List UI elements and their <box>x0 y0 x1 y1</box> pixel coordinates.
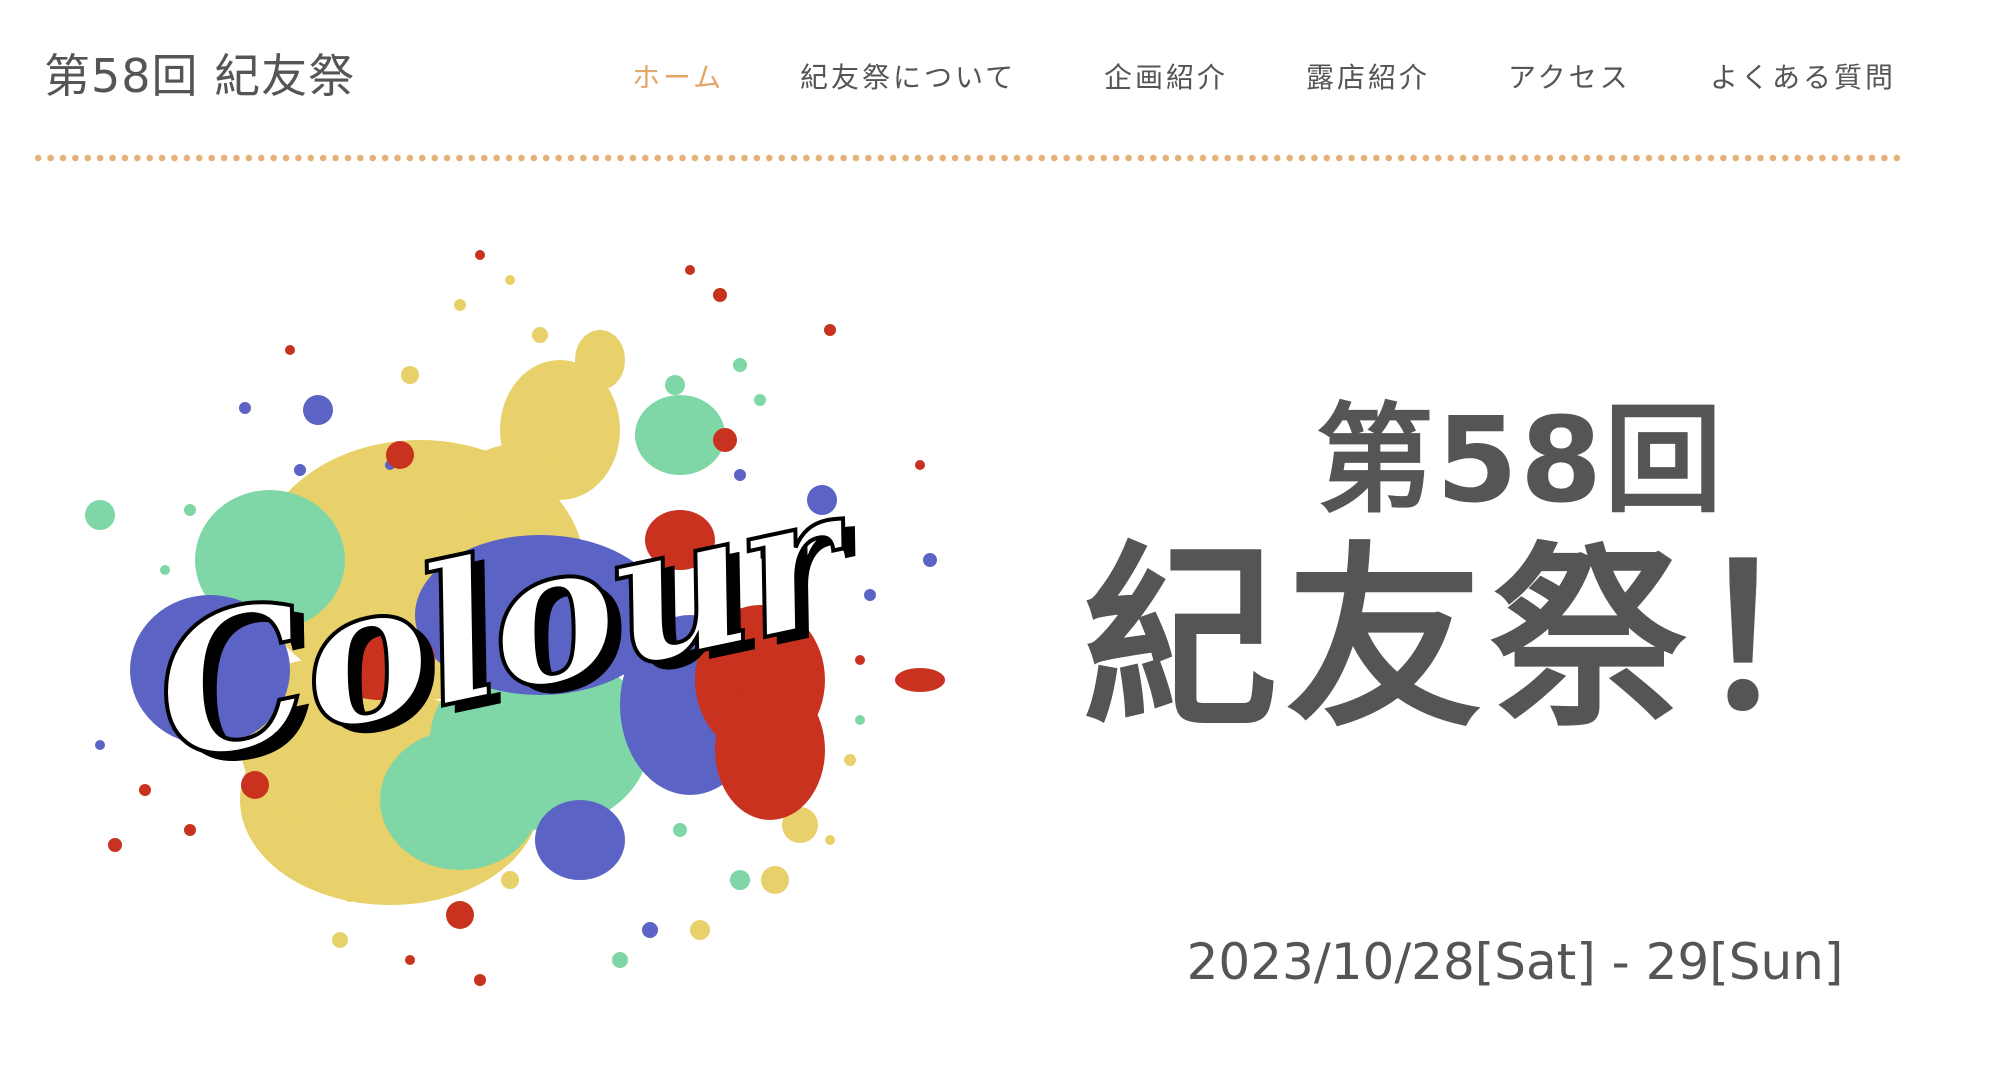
nav-item-faq[interactable]: よくある質問 <box>1710 56 1896 100</box>
paint-splash-logo: Colour Colour <box>85 250 945 986</box>
hero-text: 第58回 紀友祭！ 2023/10/28[Sat] - 29[Sun] <box>1040 360 1940 1040</box>
nav-item-events[interactable]: 企画紹介 <box>1104 56 1228 100</box>
nav-item-about[interactable]: 紀友祭について <box>800 56 1016 100</box>
site-header: 第58回 紀友祭 ホーム 紀友祭について 企画紹介 露店紹介 アクセス よくある… <box>0 0 1996 170</box>
hero-edition: 第58回 <box>1315 391 1725 529</box>
colour-logo: Colour Colour <box>40 240 1020 1060</box>
main-nav: ホーム 紀友祭について 企画紹介 露店紹介 アクセス よくある質問 <box>0 56 1996 100</box>
nav-item-stalls[interactable]: 露店紹介 <box>1306 56 1430 100</box>
nav-item-home[interactable]: ホーム <box>632 56 724 100</box>
header-divider <box>32 154 1902 162</box>
hero-dates: 2023/10/28[Sat] - 29[Sun] <box>1186 933 1844 991</box>
hero-festival-name: 紀友祭！ <box>1081 526 1898 754</box>
nav-item-access[interactable]: アクセス <box>1508 56 1631 100</box>
page: 第58回 紀友祭 ホーム 紀友祭について 企画紹介 露店紹介 アクセス よくある… <box>0 0 1996 1084</box>
